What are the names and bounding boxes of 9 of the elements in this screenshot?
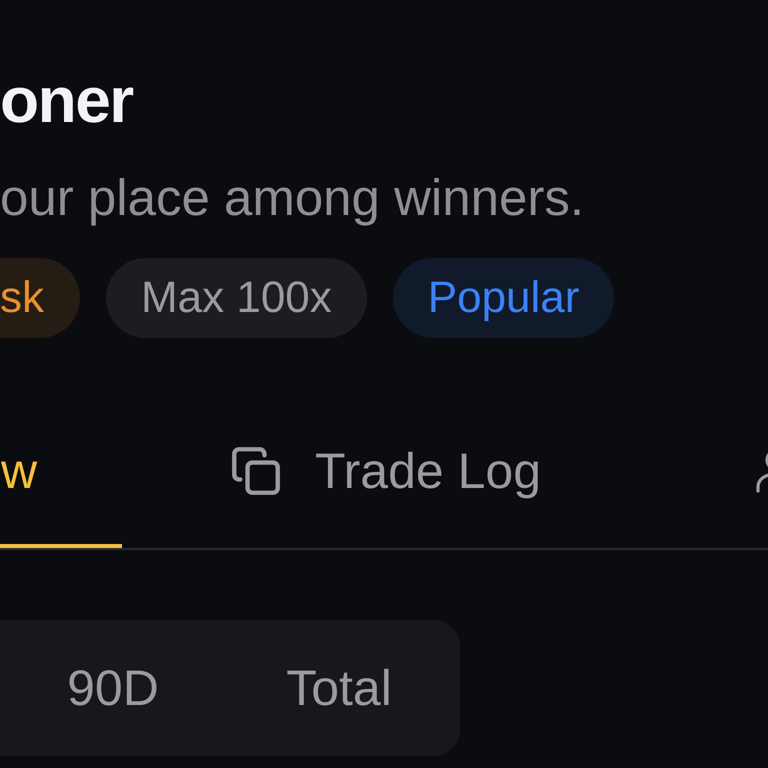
period-option[interactable]: Total xyxy=(226,628,452,748)
tag-label: sk xyxy=(0,258,80,338)
tag-label: Popular xyxy=(392,258,614,338)
page-title: oner xyxy=(0,63,133,138)
tab[interactable]: w xyxy=(0,411,122,548)
period-option[interactable]: 90D xyxy=(0,628,226,748)
tab[interactable]: Trade Log xyxy=(122,411,646,548)
page-subtitle: our place among winners. xyxy=(0,168,584,228)
tag-label: Max 100x xyxy=(106,258,367,338)
